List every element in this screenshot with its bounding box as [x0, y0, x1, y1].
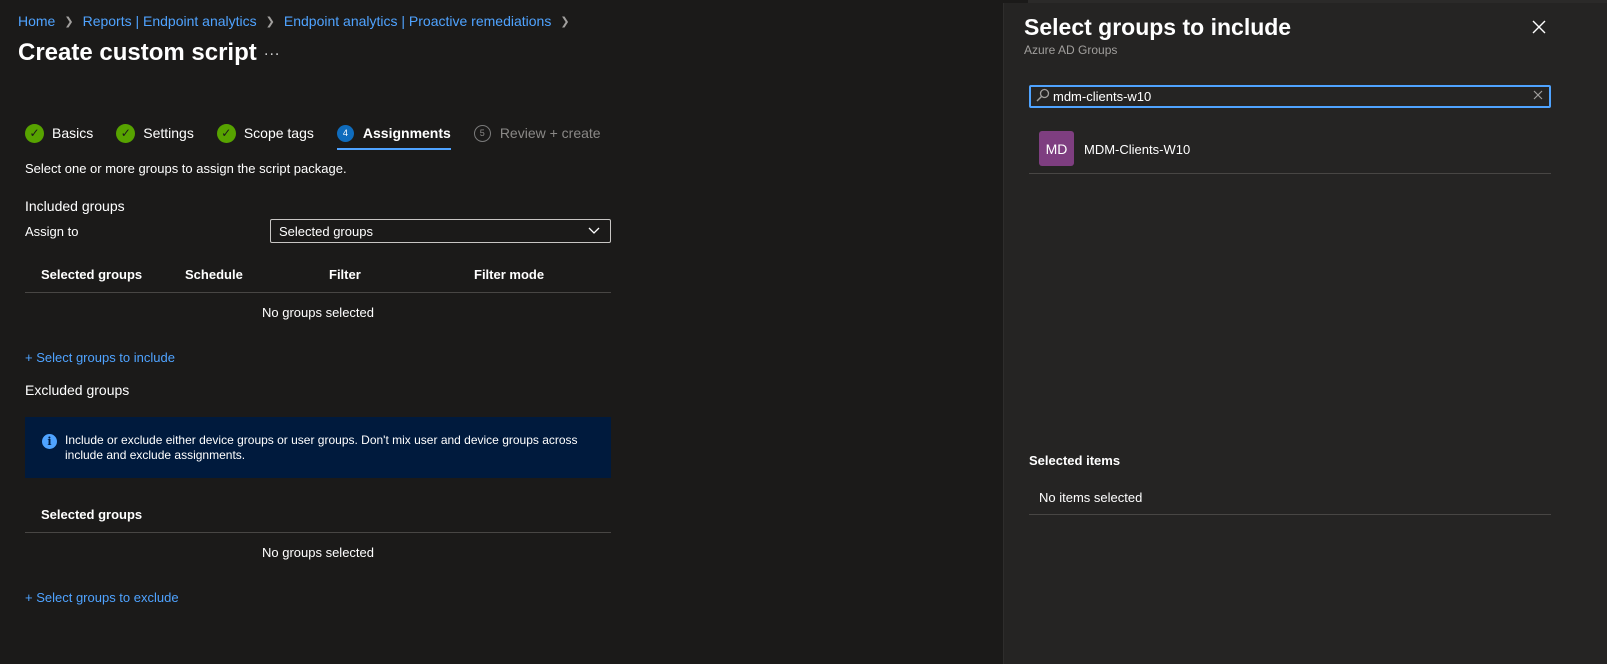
- checkmark-circle-icon: ✓: [116, 123, 136, 143]
- selected-items-heading: Selected items: [1029, 453, 1121, 468]
- search-result-item[interactable]: MD MDM-Clients-W10: [1029, 128, 1551, 174]
- select-groups-panel: Select groups to include Azure AD Groups…: [1003, 3, 1607, 664]
- table-empty-row: No groups selected: [261, 544, 374, 560]
- assign-to-label: Assign to: [25, 224, 79, 239]
- column-header-selected-groups[interactable]: Selected groups: [25, 267, 185, 282]
- table-header-row: Selected groups Schedule Filter Filter m…: [25, 257, 611, 293]
- group-name: MDM-Clients-W10: [1084, 142, 1191, 157]
- breadcrumb-reports[interactable]: Reports | Endpoint analytics: [83, 13, 257, 29]
- step-assignments[interactable]: 4 Assignments: [336, 120, 451, 150]
- main-blade: Home ❯ Reports | Endpoint analytics ❯ En…: [0, 0, 1028, 664]
- step-label: Review + create: [499, 125, 601, 141]
- assign-to-value: Selected groups: [279, 223, 373, 239]
- step-settings[interactable]: ✓ Settings: [116, 120, 194, 146]
- column-header-schedule[interactable]: Schedule: [185, 267, 329, 282]
- info-message-text: Include or exclude either device groups …: [65, 433, 578, 462]
- chevron-down-icon: [587, 223, 601, 240]
- search-icon: [1036, 88, 1050, 105]
- close-icon[interactable]: [1532, 18, 1546, 39]
- selected-items-empty: No items selected: [1029, 480, 1551, 515]
- group-search-box: [1029, 85, 1551, 108]
- step-scope-tags[interactable]: ✓ Scope tags: [216, 120, 314, 146]
- step-review-create[interactable]: 5 Review + create: [473, 120, 601, 146]
- group-search-input[interactable]: [1053, 88, 1523, 105]
- select-groups-to-exclude-link[interactable]: + Select groups to exclude: [25, 590, 179, 605]
- step-label: Assignments: [362, 125, 451, 141]
- included-groups-table: Selected groups Schedule Filter Filter m…: [25, 257, 611, 331]
- step-label: Settings: [143, 125, 194, 141]
- assignments-description: Select one or more groups to assign the …: [25, 161, 347, 176]
- wizard-steps: ✓ Basics ✓ Settings ✓ Scope tags 4 Assig…: [25, 120, 624, 150]
- info-message-bar: i Include or exclude either device group…: [25, 417, 611, 478]
- checkmark-circle-icon: ✓: [216, 123, 236, 143]
- step-number-badge: 5: [473, 124, 491, 142]
- breadcrumb: Home ❯ Reports | Endpoint analytics ❯ En…: [18, 13, 579, 29]
- panel-title: Select groups to include: [1024, 14, 1292, 40]
- more-options-icon[interactable]: ...: [264, 42, 280, 60]
- step-label: Scope tags: [243, 125, 314, 141]
- column-header-filter-mode[interactable]: Filter mode: [474, 267, 611, 282]
- breadcrumb-chevron-icon: ❯: [265, 15, 275, 28]
- group-avatar: MD: [1039, 131, 1074, 166]
- column-header-filter[interactable]: Filter: [329, 267, 474, 282]
- column-header-selected-groups[interactable]: Selected groups: [25, 507, 142, 522]
- step-number-badge: 4: [336, 124, 354, 142]
- assign-to-dropdown[interactable]: Selected groups: [270, 219, 611, 243]
- select-groups-to-include-link[interactable]: + Select groups to include: [25, 350, 175, 365]
- breadcrumb-chevron-icon: ❯: [64, 15, 74, 28]
- table-header-row: Selected groups: [25, 497, 611, 533]
- clear-search-icon[interactable]: [1533, 88, 1543, 103]
- breadcrumb-home[interactable]: Home: [18, 13, 55, 29]
- panel-subtitle: Azure AD Groups: [1024, 43, 1118, 57]
- info-icon: i: [42, 434, 57, 449]
- step-label: Basics: [52, 125, 94, 141]
- excluded-groups-table: Selected groups No groups selected: [25, 497, 611, 571]
- table-empty-row: No groups selected: [261, 304, 374, 320]
- breadcrumb-proactive-remediations[interactable]: Endpoint analytics | Proactive remediati…: [284, 13, 551, 29]
- excluded-groups-heading: Excluded groups: [25, 382, 130, 398]
- checkmark-circle-icon: ✓: [25, 123, 44, 143]
- step-basics[interactable]: ✓ Basics: [25, 120, 93, 146]
- included-groups-heading: Included groups: [25, 198, 125, 214]
- breadcrumb-chevron-icon: ❯: [560, 15, 570, 28]
- page-title: Create custom script: [18, 39, 257, 66]
